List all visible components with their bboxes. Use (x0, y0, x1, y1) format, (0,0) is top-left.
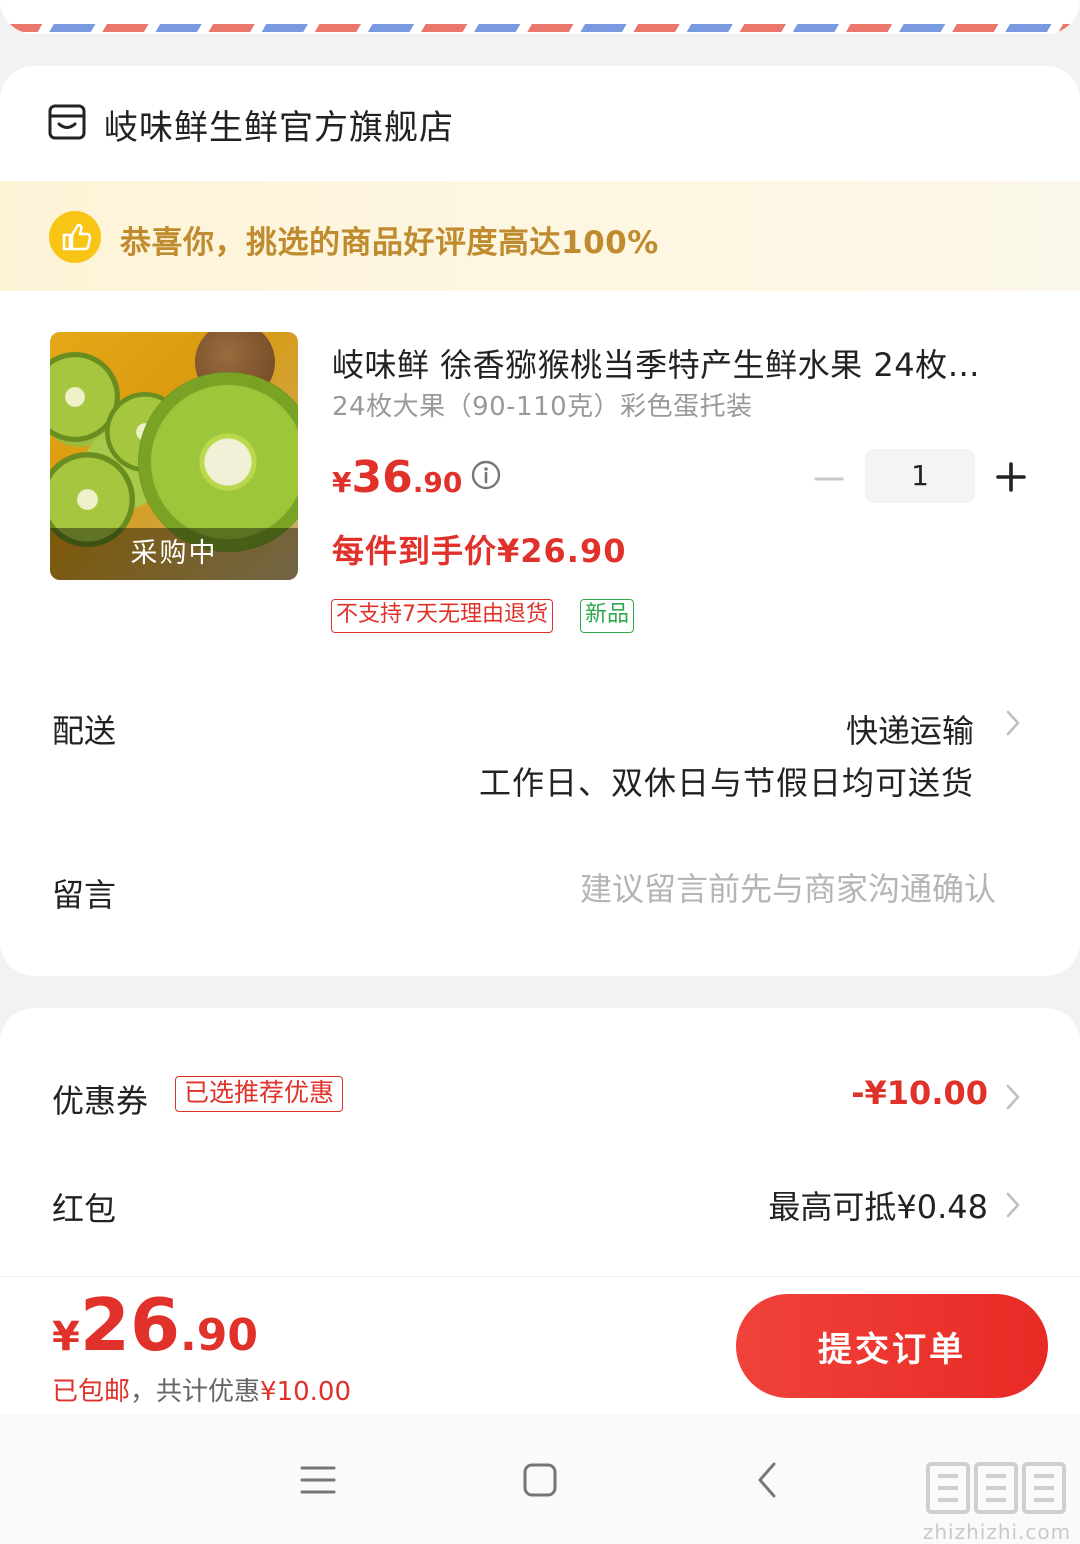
kiwi-half (138, 372, 298, 552)
checkout-bar: ¥26.90 已包邮，共计优惠¥10.00 提交订单 (0, 1276, 1080, 1414)
chevron-right-icon[interactable] (1004, 708, 1022, 738)
red-packet-value[interactable]: 最高可抵¥0.48 (768, 1182, 988, 1228)
chevron-right-icon[interactable] (1004, 1190, 1022, 1220)
total-price: ¥26.90 (52, 1283, 258, 1367)
chevron-right-icon[interactable] (1004, 1082, 1022, 1112)
store-name: 岐味鲜生鲜官方旗舰店 (104, 108, 454, 148)
store-header[interactable]: 岐味鲜生鲜官方旗舰店 (0, 66, 1080, 181)
message-input[interactable] (476, 866, 996, 912)
store-icon (48, 104, 86, 140)
watermark-logo (926, 1462, 1066, 1514)
praise-banner: 恭喜你，挑选的商品好评度高达100% (0, 181, 1080, 291)
free-shipping-text: 已包邮 (52, 1377, 131, 1407)
delivery-label: 配送 (52, 712, 117, 750)
price-integer: 36 (351, 452, 413, 503)
home-icon[interactable] (518, 1458, 562, 1502)
product-spec[interactable]: 24枚大果（90-110克）彩色蛋托装 (332, 386, 753, 423)
watermark-text: zhizhizhi.com (922, 1520, 1072, 1544)
purchasing-label: 采购中 (50, 528, 298, 580)
order-card: 岐味鲜生鲜官方旗舰店 恭喜你，挑选的商品好评度高达100% 采购中 岐味鲜 徐香… (0, 66, 1080, 976)
message-label: 留言 (52, 876, 117, 914)
quantity-field[interactable]: 1 (865, 449, 975, 503)
quantity-decrease-button[interactable] (812, 462, 846, 496)
total-symbol: ¥ (52, 1314, 80, 1360)
total-note: 已包邮，共计优惠¥10.00 (52, 1371, 351, 1408)
quantity-increase-button[interactable] (994, 460, 1028, 494)
new-product-tag: 新品 (580, 599, 635, 633)
watermark: zhizhizhi.com (922, 1458, 1072, 1544)
discount-text: ，共计优惠 (130, 1377, 261, 1407)
unit-price: ¥36.90 (332, 452, 462, 503)
submit-order-button[interactable]: 提交订单 (736, 1294, 1048, 1398)
price-decimal: .90 (412, 466, 463, 499)
airmail-stripe (0, 0, 1080, 34)
product-image[interactable]: 采购中 (50, 332, 298, 580)
thumbs-up-icon (49, 211, 101, 263)
discount-amount: ¥10.00 (260, 1377, 352, 1407)
delivery-schedule: 工作日、双休日与节假日均可送货 (478, 764, 974, 802)
product-title[interactable]: 岐味鲜 徐香猕猴桃当季特产生鲜水果 24枚大果（90-110克）彩色蛋托装 (332, 340, 1012, 386)
delivery-method[interactable]: 快递运输 (846, 706, 974, 752)
coupon-label: 优惠券 (52, 1082, 149, 1120)
info-icon[interactable] (470, 459, 502, 491)
menu-icon[interactable] (296, 1458, 340, 1502)
no-return-tag: 不支持7天无理由退货 (331, 599, 553, 633)
total-integer: 26 (79, 1283, 181, 1367)
back-icon[interactable] (746, 1458, 790, 1502)
system-nav-bar (0, 1414, 1080, 1544)
praise-text: 恭喜你，挑选的商品好评度高达100% (120, 225, 659, 261)
price-symbol: ¥ (332, 466, 352, 499)
total-decimal: .90 (180, 1310, 258, 1361)
final-price-per-item: 每件到手价¥26.90 (332, 532, 627, 570)
red-packet-label: 红包 (52, 1190, 117, 1228)
coupon-selected-tag: 已选推荐优惠 (175, 1076, 344, 1112)
coupon-value[interactable]: -¥10.00 (851, 1074, 988, 1112)
